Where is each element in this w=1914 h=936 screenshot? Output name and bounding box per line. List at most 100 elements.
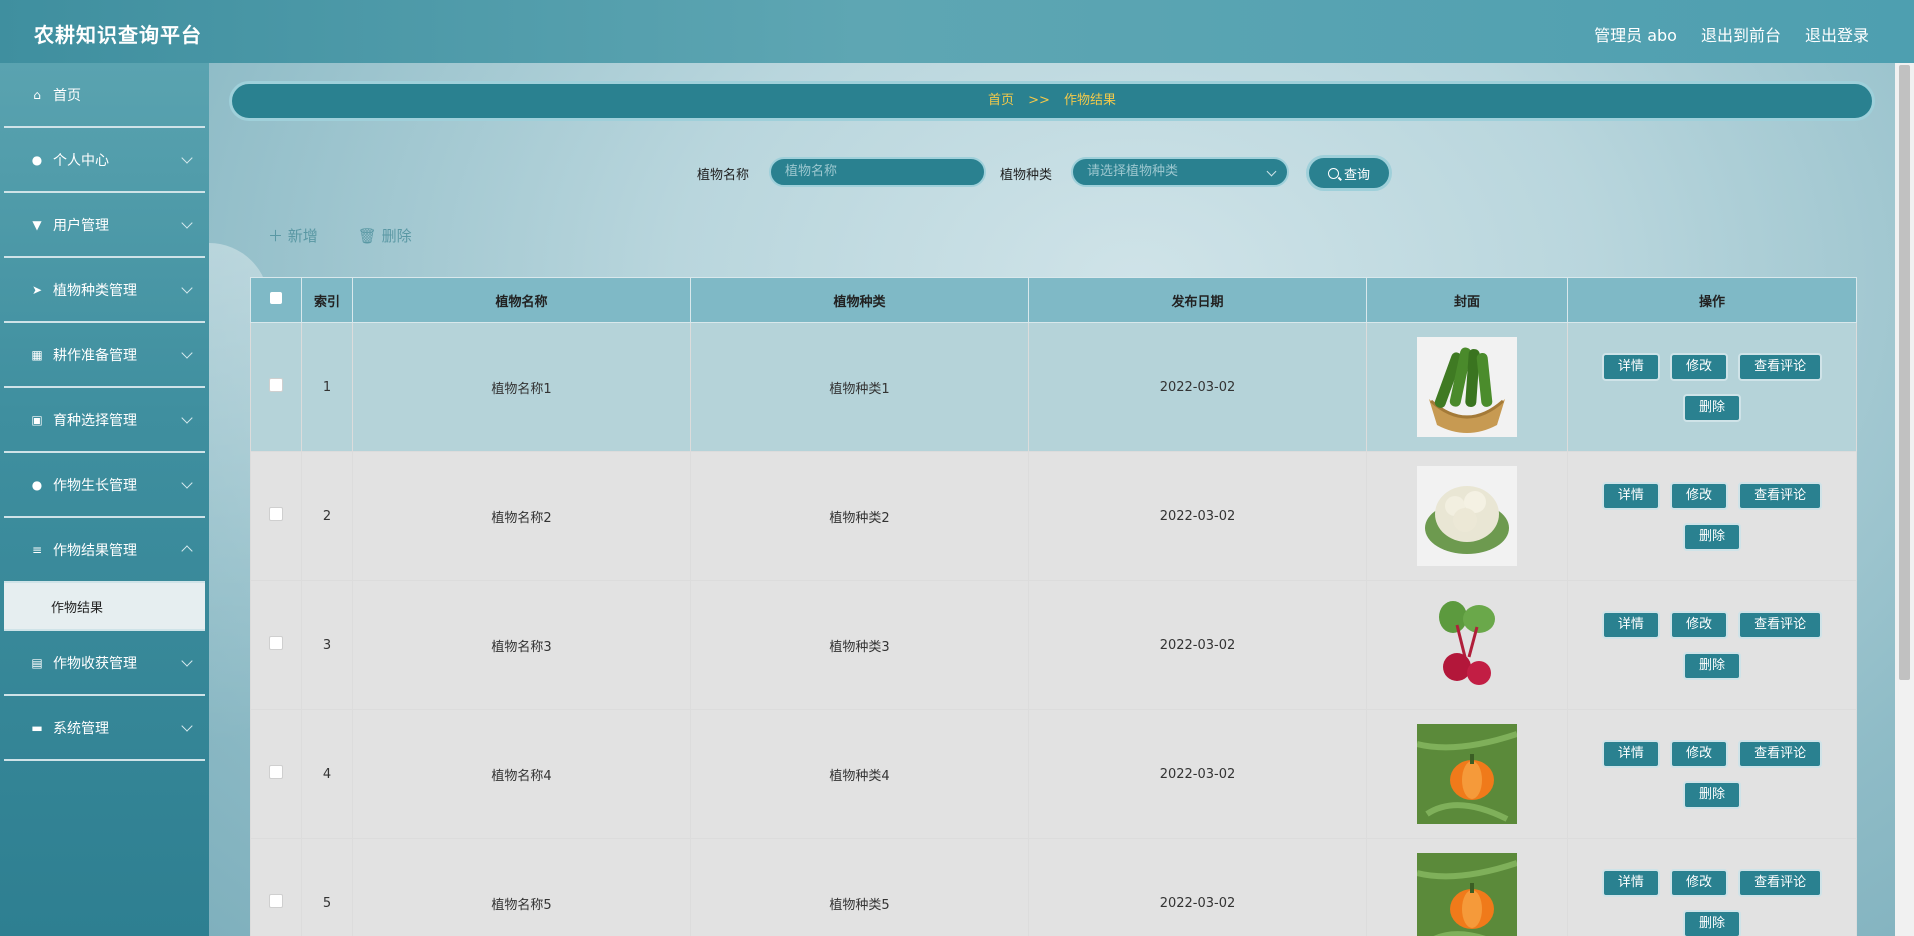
delete-button[interactable]: 删除 xyxy=(1682,651,1741,680)
row-checkbox[interactable] xyxy=(269,507,283,521)
search-icon xyxy=(1327,167,1339,179)
row-checkbox[interactable] xyxy=(269,894,283,908)
delete-button[interactable]: 删除 xyxy=(1682,780,1741,809)
row-plant-type: 植物种类4 xyxy=(690,709,1029,839)
search-bar: 植物名称 植物名称 植物种类 请选择植物种类 查询 xyxy=(209,155,1895,191)
row-plant-type: 植物种类1 xyxy=(690,322,1029,452)
column-header: 操作 xyxy=(1567,277,1857,323)
sidebar-item-breeding-management[interactable]: ▣ 育种选择管理 xyxy=(4,388,205,453)
table-row: 5 植物名称5 植物种类5 2022-03-02 详情 修改 查看评论 删除 xyxy=(250,838,1857,936)
sidebar-item-plant-type-management[interactable]: ➤ 植物种类管理 xyxy=(4,258,205,323)
sidebar-item-home[interactable]: ⌂ 首页 xyxy=(4,63,205,128)
chevron-down-icon xyxy=(181,477,193,489)
cover-image-cucumber[interactable] xyxy=(1417,337,1517,437)
action-bar: ＋ 新增 🗑 删除 xyxy=(268,225,412,246)
chevron-down-icon xyxy=(181,347,193,359)
select-all-header[interactable] xyxy=(250,277,302,323)
edit-button[interactable]: 修改 xyxy=(1669,352,1728,381)
plant-name-input[interactable]: 植物名称 xyxy=(769,157,986,187)
row-date: 2022-03-02 xyxy=(1028,838,1367,936)
row-plant-type: 植物种类2 xyxy=(690,451,1029,581)
add-button[interactable]: ＋ 新增 xyxy=(268,225,318,246)
sidebar-item-label: 作物结果管理 xyxy=(53,542,137,559)
vertical-scrollbar-thumb[interactable] xyxy=(1899,65,1910,680)
detail-button[interactable]: 详情 xyxy=(1601,481,1660,510)
sidebar-item-system-management[interactable]: ▬ 系统管理 xyxy=(4,696,205,761)
sidebar-item-label: 用户管理 xyxy=(53,217,109,234)
row-index: 3 xyxy=(301,580,353,710)
top-header: 农耕知识查询平台 管理员 abo 退出到前台 退出登录 xyxy=(0,0,1914,63)
results-table: 索引 植物名称 植物种类 发布日期 封面 操作 1 植物名称1 植物种类1 20… xyxy=(250,277,1857,936)
sidebar-item-growth-management[interactable]: ● 作物生长管理 xyxy=(4,453,205,518)
grid-icon: ▦ xyxy=(31,347,43,362)
user-icon: ● xyxy=(31,152,43,167)
admin-username[interactable]: 管理员 abo xyxy=(1594,22,1677,46)
row-checkbox[interactable] xyxy=(269,378,283,392)
table-row: 2 植物名称2 植物种类2 2022-03-02 详情 修改 查看评论 删除 xyxy=(250,451,1857,581)
sidebar-item-result-management[interactable]: ≡ 作物结果管理 xyxy=(4,518,205,583)
cover-image-pumpkin[interactable] xyxy=(1417,724,1517,824)
sidebar: ⌂ 首页 ● 个人中心 ▼ 用户管理 ➤ 植物种类管理 ▦ 耕作准备管理 ▣ 育… xyxy=(0,63,209,936)
row-date: 2022-03-02 xyxy=(1028,709,1367,839)
table-row: 3 植物名称3 植物种类3 2022-03-02 详情 修改 查看评论 删除 xyxy=(250,580,1857,710)
logout-link[interactable]: 退出登录 xyxy=(1805,22,1869,46)
detail-button[interactable]: 详情 xyxy=(1601,352,1660,381)
view-comments-button[interactable]: 查看评论 xyxy=(1738,481,1823,510)
main-content: 首页 >> 作物结果 植物名称 植物名称 植物种类 请选择植物种类 查询 ＋ 新… xyxy=(209,63,1895,936)
sidebar-item-personal-center[interactable]: ● 个人中心 xyxy=(4,128,205,193)
edit-button[interactable]: 修改 xyxy=(1669,868,1728,897)
plant-type-select[interactable]: 请选择植物种类 xyxy=(1071,157,1289,187)
row-plant-name: 植物名称1 xyxy=(352,322,691,452)
sidebar-item-user-management[interactable]: ▼ 用户管理 xyxy=(4,193,205,258)
edit-button[interactable]: 修改 xyxy=(1669,481,1728,510)
edit-button[interactable]: 修改 xyxy=(1669,610,1728,639)
cover-image-cauliflower[interactable] xyxy=(1417,466,1517,566)
view-comments-button[interactable]: 查看评论 xyxy=(1738,739,1823,768)
detail-button[interactable]: 详情 xyxy=(1601,739,1660,768)
select-all-checkbox[interactable] xyxy=(270,292,282,304)
cover-image-beet[interactable] xyxy=(1417,595,1517,695)
row-index: 2 xyxy=(301,451,353,581)
send-icon: ➤ xyxy=(31,282,43,297)
exit-to-front-link[interactable]: 退出到前台 xyxy=(1701,22,1781,46)
cover-image-pumpkin[interactable] xyxy=(1417,853,1517,936)
delete-button[interactable]: 删除 xyxy=(1682,909,1741,936)
delete-button[interactable]: 删除 xyxy=(1682,522,1741,551)
app-title: 农耕知识查询平台 xyxy=(34,23,202,47)
row-checkbox[interactable] xyxy=(269,765,283,779)
column-header: 索引 xyxy=(301,277,353,323)
view-comments-button[interactable]: 查看评论 xyxy=(1738,868,1823,897)
home-icon: ⌂ xyxy=(33,87,41,102)
sidebar-item-tillage-prep-management[interactable]: ▦ 耕作准备管理 xyxy=(4,323,205,388)
delete-button[interactable]: 删除 xyxy=(1682,393,1741,422)
chevron-up-icon xyxy=(181,545,193,557)
chevron-down-icon xyxy=(181,720,193,732)
row-plant-type: 植物种类3 xyxy=(690,580,1029,710)
table-row: 1 植物名称1 植物种类1 2022-03-02 详情 修改 查看评论 删除 xyxy=(250,322,1857,452)
query-button[interactable]: 查询 xyxy=(1306,155,1392,191)
batch-delete-label: 删除 xyxy=(381,227,412,245)
view-comments-button[interactable]: 查看评论 xyxy=(1738,610,1823,639)
sidebar-item-label: 育种选择管理 xyxy=(53,412,137,429)
sidebar-item-label: 作物收获管理 xyxy=(53,655,137,672)
table-row: 4 植物名称4 植物种类4 2022-03-02 详情 修改 查看评论 删除 xyxy=(250,709,1857,839)
sidebar-item-label: 植物种类管理 xyxy=(53,282,137,299)
sidebar-item-harvest-management[interactable]: ▤ 作物收获管理 xyxy=(4,631,205,696)
clipboard-icon: ▤ xyxy=(31,655,43,670)
row-date: 2022-03-02 xyxy=(1028,322,1367,452)
column-header: 植物名称 xyxy=(352,277,691,323)
briefcase-icon: ▬ xyxy=(31,720,43,735)
sidebar-subitem-crop-results[interactable]: 作物结果 xyxy=(4,583,205,631)
breadcrumb-home[interactable]: 首页 xyxy=(988,93,1014,108)
view-comments-button[interactable]: 查看评论 xyxy=(1738,352,1823,381)
trash-icon: 🗑 xyxy=(357,227,377,245)
row-checkbox[interactable] xyxy=(269,636,283,650)
batch-delete-button[interactable]: 🗑 删除 xyxy=(358,225,412,246)
detail-button[interactable]: 详情 xyxy=(1601,610,1660,639)
row-plant-name: 植物名称3 xyxy=(352,580,691,710)
row-index: 4 xyxy=(301,709,353,839)
sidebar-item-label: 耕作准备管理 xyxy=(53,347,137,364)
plant-type-select-placeholder: 请选择植物种类 xyxy=(1087,164,1179,179)
detail-button[interactable]: 详情 xyxy=(1601,868,1660,897)
edit-button[interactable]: 修改 xyxy=(1669,739,1728,768)
